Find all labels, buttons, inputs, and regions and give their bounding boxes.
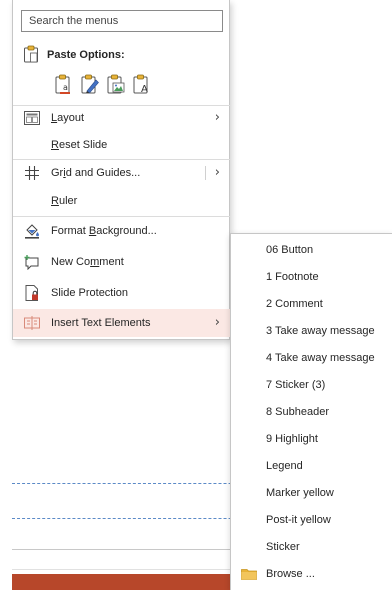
- paste-options-row: a A: [53, 72, 153, 98]
- lock-document-icon: [13, 279, 51, 307]
- text-elements-icon: [13, 309, 51, 337]
- browse-label: Browse ...: [266, 567, 315, 580]
- submenu-item[interactable]: Marker yellow: [231, 479, 392, 506]
- menu-item-label: Format Background...: [51, 225, 157, 237]
- submenu-item[interactable]: Legend: [231, 452, 392, 479]
- picture-icon[interactable]: [105, 72, 127, 96]
- menu-item-label: Ruler: [51, 195, 78, 207]
- menu-item-label: Insert Text Elements: [51, 317, 151, 329]
- paint-bucket-icon: [13, 217, 51, 245]
- menu-item-ruler[interactable]: Ruler: [13, 187, 230, 215]
- use-destination-theme-icon[interactable]: a: [53, 72, 75, 96]
- submenu-item[interactable]: 06 Button: [231, 236, 392, 263]
- paste-options-label: Paste Options:: [47, 49, 125, 61]
- chevron-right-icon: ›: [214, 315, 220, 330]
- menu-item-layout[interactable]: Layout ›: [13, 104, 230, 132]
- layout-icon: [13, 104, 51, 132]
- keep-source-formatting-icon[interactable]: [79, 72, 101, 96]
- chevron-right-icon: ›: [214, 110, 220, 125]
- menu-item-insert-text-elements[interactable]: Insert Text Elements ›: [13, 309, 230, 337]
- menu-item-slide-protection[interactable]: Slide Protection: [13, 279, 230, 307]
- menu-item-new-comment[interactable]: New Comment: [13, 248, 230, 276]
- submenu-item[interactable]: 7 Sticker (3): [231, 371, 392, 398]
- menu-item-grid-and-guides[interactable]: Grid and Guides... ›: [13, 159, 230, 187]
- divider: [12, 569, 252, 570]
- menu-item-label: Grid and Guides...: [51, 167, 141, 179]
- search-input[interactable]: [21, 10, 223, 32]
- submenu-item[interactable]: 1 Footnote: [231, 263, 392, 290]
- split-divider: [205, 166, 206, 180]
- submenu-item[interactable]: Post-it yellow: [231, 506, 392, 533]
- slide-accent-bar: [12, 574, 240, 590]
- insert-text-elements-submenu: 06 Button 1 Footnote 2 Comment 3 Take aw…: [230, 233, 392, 590]
- menu-item-format-background[interactable]: Format Background...: [13, 217, 230, 245]
- submenu-item[interactable]: 8 Subheader: [231, 398, 392, 425]
- submenu-item[interactable]: 2 Comment: [231, 290, 392, 317]
- menu-item-reset-slide[interactable]: Reset Slide: [13, 131, 230, 159]
- submenu-item[interactable]: Sticker: [231, 533, 392, 560]
- new-comment-icon: [13, 248, 51, 276]
- grid-icon: [13, 159, 51, 187]
- svg-text:A: A: [141, 84, 148, 95]
- submenu-item[interactable]: 3 Take away message: [231, 317, 392, 344]
- folder-icon: [241, 568, 257, 583]
- clipboard-icon: [23, 45, 39, 66]
- svg-text:a: a: [63, 83, 68, 92]
- divider: [12, 549, 252, 550]
- submenu-item[interactable]: 4 Take away message: [231, 344, 392, 371]
- menu-item-label: New Comment: [51, 256, 124, 268]
- paste-options-header: Paste Options:: [23, 44, 125, 66]
- menu-item-label: Layout: [51, 112, 85, 124]
- chevron-right-icon[interactable]: ›: [215, 165, 220, 180]
- submenu-item[interactable]: 9 Highlight: [231, 425, 392, 452]
- submenu-item-browse[interactable]: Browse ...: [231, 560, 392, 587]
- keep-text-only-icon[interactable]: A: [131, 72, 153, 96]
- menu-item-label: Reset Slide: [51, 139, 108, 151]
- context-menu: Paste Options: a: [12, 0, 230, 340]
- menu-item-label: Slide Protection: [51, 287, 129, 299]
